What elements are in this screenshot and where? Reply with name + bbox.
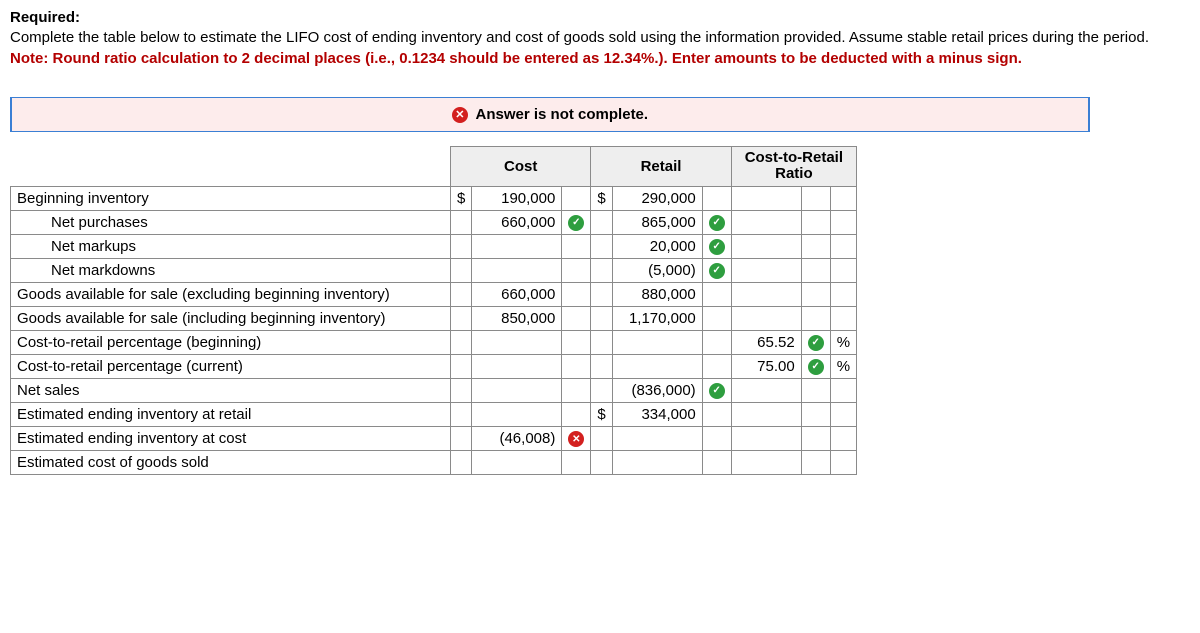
row-ctr-current: Cost-to-retail percentage (current) 75.0…	[11, 354, 857, 378]
label: Net purchases	[11, 210, 451, 234]
row-net-markups: Net markups 20,000 ✓	[11, 234, 857, 258]
label: Cost-to-retail percentage (current)	[11, 354, 451, 378]
instruction-note: Note: Round ratio calculation to 2 decim…	[10, 50, 1022, 67]
row-gafs-excluding: Goods available for sale (excluding begi…	[11, 282, 857, 306]
answer-status-banner: ✕ Answer is not complete.	[10, 97, 1090, 132]
percent-unit: %	[830, 354, 856, 378]
retail-value[interactable]: 880,000	[612, 282, 702, 306]
instructions-block: Required: Complete the table below to es…	[10, 8, 1190, 69]
label: Estimated ending inventory at cost	[11, 426, 451, 450]
header-ratio: Cost-to-Retail Ratio	[731, 146, 856, 186]
check-icon: ✓	[709, 383, 725, 399]
check-icon: ✓	[709, 239, 725, 255]
instruction-text: Complete the table below to estimate the…	[10, 29, 1149, 46]
lifo-table: Cost Retail Cost-to-Retail Ratio Beginni…	[10, 146, 857, 475]
header-cost: Cost	[451, 146, 591, 186]
label: Goods available for sale (including begi…	[11, 306, 451, 330]
percent-unit: %	[830, 330, 856, 354]
retail-currency[interactable]: $	[591, 402, 612, 426]
row-ctr-beginning: Cost-to-retail percentage (beginning) 65…	[11, 330, 857, 354]
check-icon: ✓	[568, 215, 584, 231]
retail-value[interactable]: 334,000	[612, 402, 702, 426]
retail-value[interactable]: (5,000)	[612, 258, 702, 282]
cost-value[interactable]: 850,000	[472, 306, 562, 330]
retail-value[interactable]: (836,000)	[612, 378, 702, 402]
row-net-purchases: Net purchases 660,000 ✓ 865,000 ✓	[11, 210, 857, 234]
label: Beginning inventory	[11, 186, 451, 210]
cost-value[interactable]: 190,000	[472, 186, 562, 210]
banner-text: Answer is not complete.	[476, 106, 649, 123]
row-beginning-inventory: Beginning inventory $ 190,000 $ 290,000	[11, 186, 857, 210]
required-label: Required:	[10, 9, 80, 26]
check-icon: ✓	[808, 359, 824, 375]
row-gafs-including: Goods available for sale (including begi…	[11, 306, 857, 330]
retail-currency[interactable]: $	[591, 186, 612, 210]
row-eei-retail: Estimated ending inventory at retail $ 3…	[11, 402, 857, 426]
cost-currency[interactable]: $	[451, 186, 472, 210]
row-eei-cost: Estimated ending inventory at cost (46,0…	[11, 426, 857, 450]
retail-value[interactable]: 20,000	[612, 234, 702, 258]
label: Estimated cost of goods sold	[11, 451, 451, 475]
retail-value[interactable]: 290,000	[612, 186, 702, 210]
retail-value[interactable]: 865,000	[612, 210, 702, 234]
label: Cost-to-retail percentage (beginning)	[11, 330, 451, 354]
header-retail: Retail	[591, 146, 731, 186]
retail-value[interactable]: 1,170,000	[612, 306, 702, 330]
cost-value[interactable]: (46,008)	[472, 426, 562, 450]
row-net-sales: Net sales (836,000) ✓	[11, 378, 857, 402]
cost-value[interactable]: 660,000	[472, 210, 562, 234]
check-icon: ✓	[808, 335, 824, 351]
label: Estimated ending inventory at retail	[11, 402, 451, 426]
label: Net markdowns	[11, 258, 451, 282]
cost-value[interactable]: 660,000	[472, 282, 562, 306]
label: Net sales	[11, 378, 451, 402]
row-ecgs: Estimated cost of goods sold	[11, 451, 857, 475]
row-net-markdowns: Net markdowns (5,000) ✓	[11, 258, 857, 282]
ratio-value[interactable]: 65.52	[731, 330, 801, 354]
check-icon: ✓	[709, 263, 725, 279]
label: Goods available for sale (excluding begi…	[11, 282, 451, 306]
ratio-value[interactable]: 75.00	[731, 354, 801, 378]
label: Net markups	[11, 234, 451, 258]
cross-icon: ✕	[568, 431, 584, 447]
header-row: Cost Retail Cost-to-Retail Ratio	[11, 146, 857, 186]
check-icon: ✓	[709, 215, 725, 231]
cross-icon: ✕	[452, 107, 468, 123]
